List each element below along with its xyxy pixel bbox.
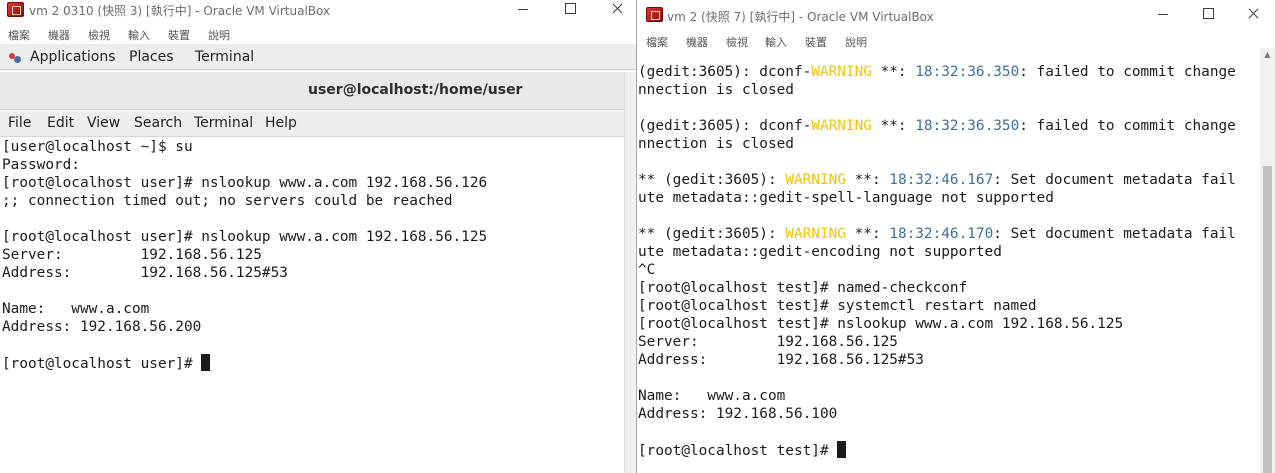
menu-help[interactable]: 說明 [208, 27, 230, 43]
terminal-line: ute metadata::gedit-encoding not support… [638, 244, 1002, 260]
maximize-icon[interactable] [1190, 5, 1226, 27]
terminal-line: Address: 192.168.56.100 [638, 406, 838, 422]
virtualbox-menubar: 檔案 機器 檢視 輸入 裝置 說明 [0, 24, 636, 46]
terminal-line: Address: 192.168.56.125#53 [638, 352, 924, 368]
terminal-menu-file[interactable]: File [8, 115, 31, 131]
terminal-line: [root@localhost user]# nslookup www.a.co… [2, 175, 488, 191]
terminal-line: nnection is closed [638, 82, 794, 98]
places-menu[interactable]: Places [129, 49, 174, 65]
terminal-output-right[interactable]: (gedit:3605): dconf-WARNING **: 18:32:36… [638, 63, 1259, 473]
terminal-line: (gedit:3605): dconf-WARNING **: 18:32:36… [638, 64, 1236, 80]
terminal-line: (gedit:3605): dconf-WARNING **: 18:32:36… [638, 118, 1236, 134]
terminal-line: ** (gedit:3605): WARNING **: 18:32:46.17… [638, 226, 1236, 242]
menu-help[interactable]: 說明 [845, 34, 867, 50]
gnome-top-panel: Applications Places Terminal [0, 44, 636, 70]
virtualbox-logo-icon [646, 7, 663, 22]
terminal-line: ;; connection timed out; no servers coul… [2, 193, 453, 209]
close-icon[interactable] [599, 0, 635, 22]
terminal-line: [root@localhost user]# nslookup www.a.co… [2, 229, 488, 245]
window-titlebar[interactable]: vm 2 0310 (快照 3) [執行中] - Oracle VM Virtu… [0, 0, 636, 24]
window-title: vm 2 (快照 7) [執行中] - Oracle VM VirtualBox [667, 10, 934, 24]
terminal-output-left[interactable]: [user@localhost ~]$ su Password: [root@loc… [2, 138, 622, 473]
applications-menu[interactable]: Applications [30, 49, 116, 65]
terminal-menu-terminal[interactable]: Terminal [194, 115, 253, 131]
terminal-line: Name: www.a.com [2, 301, 150, 317]
virtualbox-logo-icon [7, 2, 24, 17]
menu-devices[interactable]: 裝置 [168, 27, 190, 43]
virtualbox-menubar: 檔案 機器 檢視 輸入 裝置 說明 [637, 31, 1275, 53]
terminal-cursor [837, 441, 847, 458]
terminal-line: [root@localhost test]# systemctl restart… [638, 298, 1037, 314]
menu-input[interactable]: 輸入 [765, 34, 787, 50]
terminal-menu-edit[interactable]: Edit [47, 115, 74, 131]
menu-machine[interactable]: 機器 [48, 27, 70, 43]
terminal-scrollbar-left[interactable] [624, 72, 636, 473]
terminal-line: [root@localhost test]# [638, 441, 847, 459]
close-icon[interactable] [1235, 5, 1271, 27]
terminal-line: [root@localhost test]# named-checkconf [638, 280, 968, 296]
terminal-headerbar[interactable]: user@localhost:/home/user [0, 72, 624, 110]
menu-view[interactable]: 檢視 [726, 34, 748, 50]
terminal-line: ^C [638, 262, 656, 278]
menu-machine[interactable]: 機器 [686, 34, 708, 50]
terminal-line: Server: 192.168.56.125 [638, 334, 898, 350]
terminal-scrollbar-right[interactable]: ▲ [1260, 48, 1275, 473]
terminal-line: ** (gedit:3605): WARNING **: 18:32:46.16… [638, 172, 1236, 188]
terminal-line: [root@localhost user]# [2, 354, 211, 372]
scrollbar-thumb[interactable] [1263, 166, 1272, 473]
menu-file[interactable]: 檔案 [646, 34, 668, 50]
maximize-icon[interactable] [552, 0, 588, 22]
vm-window-left: vm 2 0310 (快照 3) [執行中] - Oracle VM Virtu… [0, 0, 636, 473]
scroll-up-icon[interactable]: ▲ [1260, 48, 1275, 62]
terminal-menubar: File Edit View Search Terminal Help [0, 111, 624, 137]
menu-devices[interactable]: 裝置 [805, 34, 827, 50]
window-title: vm 2 0310 (快照 3) [執行中] - Oracle VM Virtu… [29, 4, 331, 18]
terminal-cursor [201, 354, 211, 371]
terminal-line: Name: www.a.com [638, 388, 786, 404]
gnome-foot-icon [9, 52, 21, 63]
terminal-menu-view[interactable]: View [87, 115, 120, 131]
terminal-line: [user@localhost ~]$ su [2, 139, 193, 155]
terminal-line: Server: 192.168.56.125 [2, 247, 262, 263]
vm-window-right: vm 2 (快照 7) [執行中] - Oracle VM VirtualBox… [636, 0, 1275, 473]
terminal-title: user@localhost:/home/user [308, 82, 523, 98]
terminal-line: ute metadata::gedit-spell-language not s… [638, 190, 1054, 206]
menu-view[interactable]: 檢視 [88, 27, 110, 43]
minimize-icon[interactable] [1145, 5, 1181, 27]
window-titlebar[interactable]: vm 2 (快照 7) [執行中] - Oracle VM VirtualBox [637, 0, 1275, 24]
menu-input[interactable]: 輸入 [128, 27, 150, 43]
terminal-line: Address: 192.168.56.125#53 [2, 265, 288, 281]
terminal-menu-help[interactable]: Help [265, 115, 297, 131]
terminal-line: Password: [2, 157, 80, 173]
terminal-menu-search[interactable]: Search [134, 115, 182, 131]
minimize-icon[interactable] [505, 0, 541, 22]
terminal-app-menu[interactable]: Terminal [195, 49, 254, 65]
terminal-line: nnection is closed [638, 136, 794, 152]
terminal-line: Address: 192.168.56.200 [2, 319, 202, 335]
menu-file[interactable]: 檔案 [8, 27, 30, 43]
terminal-line: [root@localhost test]# nslookup www.a.co… [638, 316, 1124, 332]
